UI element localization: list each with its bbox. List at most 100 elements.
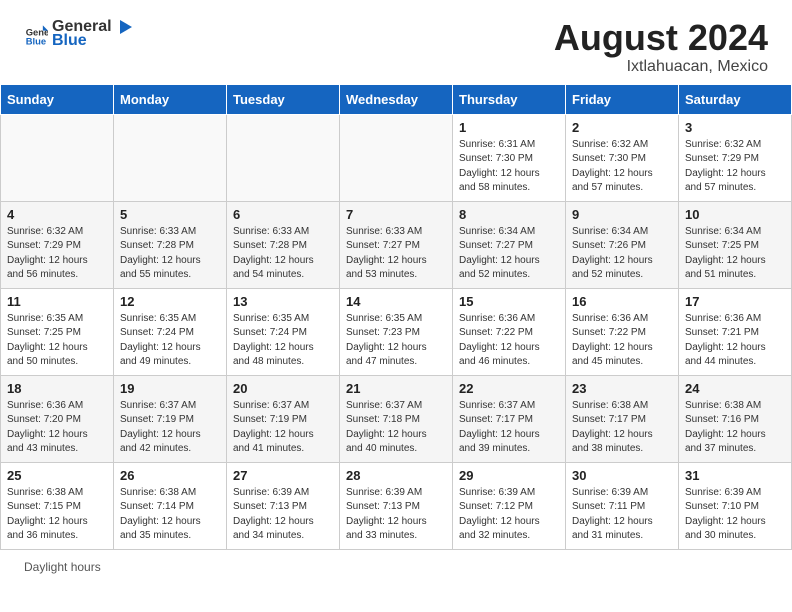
- calendar-cell: [114, 114, 227, 201]
- day-info: Sunrise: 6:38 AM Sunset: 7:17 PM Dayligh…: [572, 399, 672, 457]
- day-info: Sunrise: 6:35 AM Sunset: 7:24 PM Dayligh…: [120, 312, 220, 370]
- calendar-cell: 13 Sunrise: 6:35 AM Sunset: 7:24 PM Dayli…: [227, 288, 340, 375]
- calendar-cell: 3 Sunrise: 6:32 AM Sunset: 7:29 PM Daylig…: [679, 114, 792, 201]
- day-number: 4: [7, 207, 107, 222]
- calendar-cell: 23 Sunrise: 6:38 AM Sunset: 7:17 PM Dayli…: [566, 375, 679, 462]
- calendar-cell: 27Sunrise: 6:39 AM Sunset: 7:13 PM Dayli…: [227, 462, 340, 549]
- day-info: Sunrise: 6:39 AM Sunset: 7:11 PM Dayligh…: [572, 486, 672, 544]
- day-number: 15: [459, 294, 559, 309]
- day-number: 13: [233, 294, 333, 309]
- day-info: Sunrise: 6:32 AM Sunset: 7:30 PM Dayligh…: [572, 138, 672, 196]
- day-info: Sunrise: 6:33 AM Sunset: 7:28 PM Dayligh…: [120, 225, 220, 283]
- calendar-cell: 25 Sunrise: 6:38 AM Sunset: 7:15 PM Dayli…: [1, 462, 114, 549]
- day-info: Sunrise: 6:33 AM Sunset: 7:28 PM Dayligh…: [233, 225, 333, 283]
- calendar-cell: [1, 114, 114, 201]
- col-header-tuesday: Tuesday: [227, 84, 340, 114]
- day-info: Sunrise: 6:37 AM Sunset: 7:19 PM Dayligh…: [233, 399, 333, 457]
- day-info: Sunrise: 6:37 AM Sunset: 7:19 PM Dayligh…: [120, 399, 220, 457]
- calendar-week-row: 4 Sunrise: 6:32 AM Sunset: 7:29 PM Daylig…: [1, 201, 792, 288]
- day-info: Sunrise: 6:39 AM Sunset: 7:12 PM Dayligh…: [459, 486, 559, 544]
- calendar-cell: 2Sunrise: 6:32 AM Sunset: 7:30 PM Daylig…: [566, 114, 679, 201]
- calendar-cell: 10 Sunrise: 6:34 AM Sunset: 7:25 PM Dayli…: [679, 201, 792, 288]
- col-header-wednesday: Wednesday: [340, 84, 453, 114]
- title-block: August 2024 Ixtlahuacan, Mexico: [554, 18, 768, 76]
- calendar-header-row: SundayMondayTuesdayWednesdayThursdayFrid…: [1, 84, 792, 114]
- calendar-location: Ixtlahuacan, Mexico: [554, 58, 768, 76]
- day-info: Sunrise: 6:31 AM Sunset: 7:30 PM Dayligh…: [459, 138, 559, 196]
- calendar-footer: Daylight hours: [0, 550, 792, 580]
- calendar-cell: 11 Sunrise: 6:35 AM Sunset: 7:25 PM Dayli…: [1, 288, 114, 375]
- day-number: 1: [459, 120, 559, 135]
- day-number: 16: [572, 294, 672, 309]
- day-number: 10: [685, 207, 785, 222]
- day-number: 14: [346, 294, 446, 309]
- calendar-cell: 5 Sunrise: 6:33 AM Sunset: 7:28 PM Daylig…: [114, 201, 227, 288]
- day-number: 18: [7, 381, 107, 396]
- day-info: Sunrise: 6:35 AM Sunset: 7:24 PM Dayligh…: [233, 312, 333, 370]
- day-number: 12: [120, 294, 220, 309]
- day-info: Sunrise: 6:32 AM Sunset: 7:29 PM Dayligh…: [685, 138, 785, 196]
- calendar-cell: 1 Sunrise: 6:31 AM Sunset: 7:30 PM Daylig…: [453, 114, 566, 201]
- page-header: General Blue General Blue August 2024 Ix…: [0, 0, 792, 84]
- day-number: 24: [685, 381, 785, 396]
- day-info: Sunrise: 6:38 AM Sunset: 7:15 PM Dayligh…: [7, 486, 107, 544]
- day-number: 11: [7, 294, 107, 309]
- day-number: 3: [685, 120, 785, 135]
- day-info: Sunrise: 6:34 AM Sunset: 7:27 PM Dayligh…: [459, 225, 559, 283]
- day-number: 23: [572, 381, 672, 396]
- col-header-friday: Friday: [566, 84, 679, 114]
- col-header-thursday: Thursday: [453, 84, 566, 114]
- calendar-cell: 7 Sunrise: 6:33 AM Sunset: 7:27 PM Daylig…: [340, 201, 453, 288]
- day-number: 5: [120, 207, 220, 222]
- daylight-label: Daylight hours: [24, 560, 101, 574]
- col-header-monday: Monday: [114, 84, 227, 114]
- calendar-cell: 15 Sunrise: 6:36 AM Sunset: 7:22 PM Dayli…: [453, 288, 566, 375]
- calendar-cell: 22Sunrise: 6:37 AM Sunset: 7:17 PM Dayli…: [453, 375, 566, 462]
- day-info: Sunrise: 6:34 AM Sunset: 7:26 PM Dayligh…: [572, 225, 672, 283]
- logo-icon: General Blue: [24, 22, 48, 46]
- day-info: Sunrise: 6:34 AM Sunset: 7:25 PM Dayligh…: [685, 225, 785, 283]
- calendar-cell: 28 Sunrise: 6:39 AM Sunset: 7:13 PM Dayli…: [340, 462, 453, 549]
- day-number: 8: [459, 207, 559, 222]
- logo-arrow-icon: [114, 20, 132, 34]
- day-number: 7: [346, 207, 446, 222]
- day-number: 31: [685, 468, 785, 483]
- day-info: Sunrise: 6:36 AM Sunset: 7:20 PM Dayligh…: [7, 399, 107, 457]
- day-info: Sunrise: 6:33 AM Sunset: 7:27 PM Dayligh…: [346, 225, 446, 283]
- day-info: Sunrise: 6:37 AM Sunset: 7:18 PM Dayligh…: [346, 399, 446, 457]
- col-header-sunday: Sunday: [1, 84, 114, 114]
- day-number: 29: [459, 468, 559, 483]
- calendar-cell: 4 Sunrise: 6:32 AM Sunset: 7:29 PM Daylig…: [1, 201, 114, 288]
- day-number: 30: [572, 468, 672, 483]
- calendar-cell: [227, 114, 340, 201]
- calendar-cell: 16Sunrise: 6:36 AM Sunset: 7:22 PM Dayli…: [566, 288, 679, 375]
- day-info: Sunrise: 6:37 AM Sunset: 7:17 PM Dayligh…: [459, 399, 559, 457]
- day-info: Sunrise: 6:39 AM Sunset: 7:13 PM Dayligh…: [346, 486, 446, 544]
- day-number: 19: [120, 381, 220, 396]
- calendar-cell: 31Sunrise: 6:39 AM Sunset: 7:10 PM Dayli…: [679, 462, 792, 549]
- calendar-cell: 12 Sunrise: 6:35 AM Sunset: 7:24 PM Dayli…: [114, 288, 227, 375]
- day-number: 28: [346, 468, 446, 483]
- calendar-cell: 14Sunrise: 6:35 AM Sunset: 7:23 PM Dayli…: [340, 288, 453, 375]
- calendar-week-row: 25 Sunrise: 6:38 AM Sunset: 7:15 PM Dayli…: [1, 462, 792, 549]
- day-info: Sunrise: 6:35 AM Sunset: 7:25 PM Dayligh…: [7, 312, 107, 370]
- calendar-cell: 29 Sunrise: 6:39 AM Sunset: 7:12 PM Dayli…: [453, 462, 566, 549]
- calendar-cell: 19 Sunrise: 6:37 AM Sunset: 7:19 PM Dayli…: [114, 375, 227, 462]
- col-header-saturday: Saturday: [679, 84, 792, 114]
- day-info: Sunrise: 6:38 AM Sunset: 7:14 PM Dayligh…: [120, 486, 220, 544]
- day-info: Sunrise: 6:32 AM Sunset: 7:29 PM Dayligh…: [7, 225, 107, 283]
- day-number: 9: [572, 207, 672, 222]
- calendar-cell: 18 Sunrise: 6:36 AM Sunset: 7:20 PM Dayli…: [1, 375, 114, 462]
- calendar-cell: 26Sunrise: 6:38 AM Sunset: 7:14 PM Dayli…: [114, 462, 227, 549]
- calendar-title: August 2024: [554, 18, 768, 58]
- day-info: Sunrise: 6:36 AM Sunset: 7:22 PM Dayligh…: [459, 312, 559, 370]
- day-number: 21: [346, 381, 446, 396]
- day-info: Sunrise: 6:38 AM Sunset: 7:16 PM Dayligh…: [685, 399, 785, 457]
- calendar-week-row: 1 Sunrise: 6:31 AM Sunset: 7:30 PM Daylig…: [1, 114, 792, 201]
- calendar-cell: 9 Sunrise: 6:34 AM Sunset: 7:26 PM Daylig…: [566, 201, 679, 288]
- day-number: 6: [233, 207, 333, 222]
- day-number: 25: [7, 468, 107, 483]
- calendar-table: SundayMondayTuesdayWednesdayThursdayFrid…: [0, 84, 792, 550]
- logo: General Blue General Blue: [24, 18, 132, 50]
- day-info: Sunrise: 6:36 AM Sunset: 7:21 PM Dayligh…: [685, 312, 785, 370]
